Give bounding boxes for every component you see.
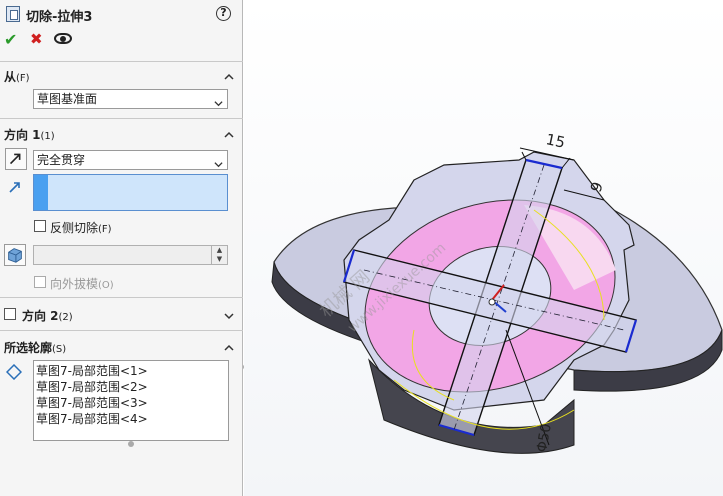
divider <box>0 297 243 298</box>
contour-icon <box>5 363 23 381</box>
chevron-down-icon <box>214 95 223 107</box>
divider <box>0 118 243 119</box>
chevron-up-icon[interactable] <box>224 71 234 81</box>
help-button[interactable]: ? <box>216 6 231 21</box>
property-manager: 切除-拉伸3 ? ✔ ✖ 从(F) 草图基准面 方向 1(1) 完全贯穿 反侧切… <box>0 0 243 496</box>
draft-button[interactable] <box>4 244 26 266</box>
from-select[interactable]: 草图基准面 <box>33 89 228 109</box>
direction-arrow-icon <box>8 180 22 194</box>
direction2-key: (2) <box>58 312 73 323</box>
draft-outward-checkbox[interactable] <box>34 276 46 288</box>
preview-eye-icon[interactable] <box>54 33 72 44</box>
list-item[interactable]: 草图7-局部范围<3> <box>36 395 228 411</box>
from-section-header[interactable]: 从(F) <box>4 68 30 85</box>
chevron-down-icon <box>214 156 223 168</box>
draft-angle-input[interactable]: ▲ ▼ <box>33 245 228 265</box>
dimension-width[interactable]: 15 <box>544 130 566 152</box>
flip-side-checkbox[interactable] <box>34 220 46 232</box>
end-condition-value: 完全贯穿 <box>37 153 86 167</box>
flip-side-text: 反侧切除 <box>50 221 99 235</box>
chevron-up-icon[interactable] <box>224 342 234 352</box>
reverse-direction-button[interactable] <box>5 148 27 170</box>
feature-title: 切除-拉伸3 <box>26 10 93 25</box>
chevron-up-icon[interactable] <box>224 129 234 139</box>
from-key: (F) <box>16 73 30 84</box>
direction1-key: (1) <box>40 131 55 142</box>
divider <box>0 61 243 62</box>
contours-key: (S) <box>52 344 67 355</box>
action-row: ✔ ✖ <box>0 30 243 52</box>
from-heading: 从 <box>4 70 17 84</box>
draft-outward-key: (O) <box>98 280 114 291</box>
list-item[interactable]: 草图7-局部范围<2> <box>36 379 228 395</box>
ok-button[interactable]: ✔ <box>4 30 17 49</box>
direction2-section-header[interactable]: 方向 2(2) <box>22 307 73 324</box>
draft-outward-text: 向外拔模 <box>50 277 99 291</box>
chevron-down-icon[interactable] <box>224 310 234 320</box>
contours-section-header[interactable]: 所选轮廓(S) <box>4 339 66 356</box>
extrude-cut-icon <box>6 6 20 22</box>
direction2-heading: 方向 2 <box>22 309 59 323</box>
draft-outward-label: 向外拔模(O) <box>50 275 114 292</box>
model-view <box>271 147 723 454</box>
flip-side-label: 反侧切除(F) <box>50 219 112 236</box>
end-condition-select[interactable]: 完全贯穿 <box>33 150 228 170</box>
spinner[interactable]: ▲ ▼ <box>211 246 227 264</box>
contours-heading: 所选轮廓 <box>4 341 53 355</box>
selection-stub <box>34 175 48 210</box>
cancel-button[interactable]: ✖ <box>30 30 43 48</box>
title-bar: 切除-拉伸3 ? <box>0 0 243 28</box>
direction2-checkbox[interactable] <box>4 308 16 320</box>
from-select-value: 草图基准面 <box>37 92 98 106</box>
contours-list[interactable]: 草图7-局部范围<1> 草图7-局部范围<2> 草图7-局部范围<3> 草图7-… <box>33 360 229 441</box>
list-item[interactable]: 草图7-局部范围<4> <box>36 411 228 427</box>
list-item[interactable]: 草图7-局部范围<1> <box>36 363 228 379</box>
resize-grip[interactable] <box>128 441 134 447</box>
graphics-area[interactable]: 15 9 Φ50 机械 网 www.jixiexue.com <box>244 0 723 496</box>
flip-side-key: (F) <box>98 224 112 235</box>
direction-selection-box[interactable] <box>33 174 228 211</box>
divider <box>0 330 243 331</box>
direction1-heading: 方向 1 <box>4 128 41 142</box>
direction1-section-header[interactable]: 方向 1(1) <box>4 126 55 143</box>
